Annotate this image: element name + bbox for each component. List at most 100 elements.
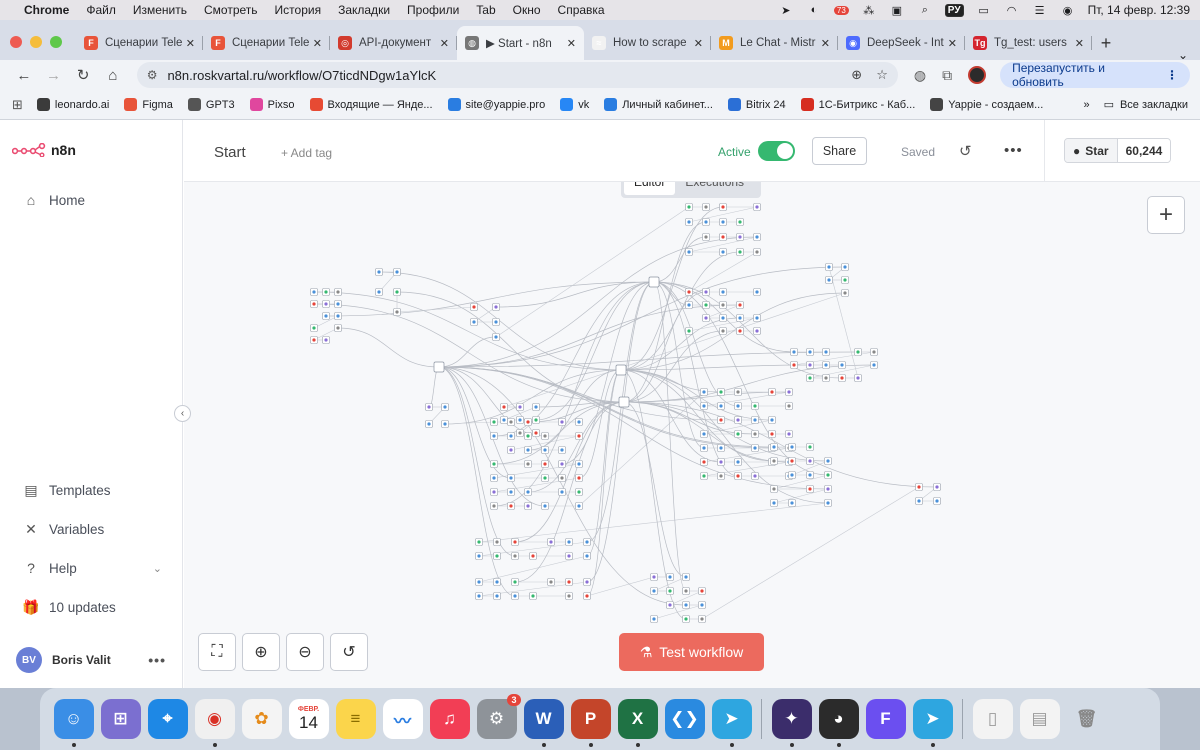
input-language[interactable]: РУ xyxy=(944,3,964,17)
document-icon[interactable]: ▯ xyxy=(972,699,1013,739)
close-window-button[interactable] xyxy=(10,36,22,48)
test-workflow-button[interactable]: ⚗ Test workflow xyxy=(619,633,764,671)
notification-badge[interactable]: 73 xyxy=(833,5,849,15)
chrome-menu-icon[interactable]: ⋮ xyxy=(1166,68,1178,82)
close-icon[interactable]: ✕ xyxy=(313,37,322,50)
launchpad-icon[interactable]: ⊞ xyxy=(100,699,141,739)
menu-view[interactable]: Смотреть xyxy=(204,3,258,17)
vscode-icon[interactable]: ❮❯ xyxy=(664,699,705,739)
close-icon[interactable]: ✕ xyxy=(821,37,830,50)
close-icon[interactable]: ✕ xyxy=(440,37,449,50)
zoom-icon[interactable]: ⊕ xyxy=(851,67,862,83)
music-icon[interactable]: ♫ xyxy=(429,699,470,739)
fit-view-button[interactable]: ⛶ xyxy=(198,633,236,671)
bookmark-item[interactable]: 1С-Битрикс - Каб... xyxy=(800,98,915,111)
menubar-datetime[interactable]: Пт, 14 февр. 12:39 xyxy=(1088,3,1190,17)
screen-icon[interactable]: ▣ xyxy=(889,3,905,17)
workflow-name[interactable]: Start xyxy=(214,144,246,161)
tab-editor[interactable]: Editor xyxy=(624,182,676,195)
reload-icon[interactable]: ↻ xyxy=(69,62,97,88)
tab-executions[interactable]: Executions xyxy=(675,182,754,195)
sidebar-item-updates[interactable]: 🎁 10 updates xyxy=(22,599,162,616)
user-menu[interactable]: BV Boris Valit ••• xyxy=(16,647,166,673)
app-icon[interactable]: ✦ xyxy=(771,699,812,747)
bookmark-item[interactable]: GPT3 xyxy=(187,98,235,111)
safari-icon[interactable]: ⌖ xyxy=(147,699,188,739)
workflow-node[interactable] xyxy=(615,364,627,376)
close-icon[interactable]: ✕ xyxy=(694,37,703,50)
figma-like-icon[interactable]: F xyxy=(865,699,906,739)
menu-file[interactable]: Файл xyxy=(86,3,116,17)
collapse-sidebar-button[interactable]: ‹ xyxy=(174,405,191,422)
activity-icon[interactable]: ⁂ xyxy=(861,3,877,17)
powerpoint-icon[interactable]: P xyxy=(570,699,611,747)
menu-edit[interactable]: Изменить xyxy=(133,3,187,17)
workflow-node[interactable] xyxy=(618,396,630,408)
menu-tab[interactable]: Tab xyxy=(476,3,495,17)
relaunch-update-button[interactable]: Перезапустить и обновить ⋮ xyxy=(1000,61,1190,89)
add-tag-button[interactable]: + Add tag xyxy=(281,146,332,160)
squirrel-icon[interactable]: ◕ xyxy=(818,699,859,747)
notes-icon[interactable]: ≡ xyxy=(335,699,376,739)
reset-zoom-button[interactable]: ↺ xyxy=(330,633,368,671)
tab-6[interactable]: M Le Chat - Mistr ✕ xyxy=(711,26,838,60)
menu-bookmarks[interactable]: Закладки xyxy=(338,3,390,17)
close-icon[interactable]: ✕ xyxy=(567,37,576,50)
document-xls-icon[interactable]: ▤ xyxy=(1019,699,1060,739)
word-icon[interactable]: W xyxy=(523,699,564,747)
all-bookmarks[interactable]: ▭ Все закладки xyxy=(1104,98,1188,112)
more-icon[interactable]: ••• xyxy=(148,652,166,668)
n8n-logo[interactable]: n8n xyxy=(12,142,76,158)
add-node-button[interactable]: + xyxy=(1147,196,1185,234)
bookmark-item[interactable]: Входящие — Янде... xyxy=(309,98,433,111)
tab-1[interactable]: F Сценарии Tele ✕ xyxy=(76,26,203,60)
workflow-node[interactable] xyxy=(433,361,445,373)
calendar-icon[interactable]: ФЕВР. 14 xyxy=(288,699,329,739)
menu-help[interactable]: Справка xyxy=(558,3,605,17)
tab-2[interactable]: F Сценарии Tele ✕ xyxy=(203,26,330,60)
vpn-icon[interactable]: ◐ xyxy=(806,3,822,17)
maximize-window-button[interactable] xyxy=(50,36,62,48)
bookmark-item[interactable]: Личный кабинет... xyxy=(604,98,713,111)
forward-icon[interactable]: → xyxy=(40,62,68,88)
tab-5[interactable]: ≈ How to scrape ✕ xyxy=(584,26,711,60)
bookmark-item[interactable]: leonardo.ai xyxy=(36,98,109,111)
sidebar-item-help[interactable]: ? Help ⌄ xyxy=(22,560,162,576)
tab-3[interactable]: ◎ API-документ ✕ xyxy=(330,26,457,60)
finder-icon[interactable]: ☺ xyxy=(53,699,94,747)
close-icon[interactable]: ✕ xyxy=(1075,37,1084,50)
workflow-graph[interactable] xyxy=(184,182,1200,688)
workflow-menu-icon[interactable]: ••• xyxy=(1004,142,1023,159)
bookmark-star-icon[interactable]: ☆ xyxy=(876,67,888,83)
excel-icon[interactable]: X xyxy=(617,699,658,747)
navigation-icon[interactable]: ➤ xyxy=(778,3,794,17)
translate-icon[interactable]: ◍ xyxy=(914,67,926,84)
bookmark-item[interactable]: Yappie - создаем... xyxy=(930,98,1043,111)
active-toggle[interactable] xyxy=(758,141,795,161)
menu-history[interactable]: История xyxy=(275,3,322,17)
control-center-icon[interactable]: ☰ xyxy=(1032,3,1048,17)
extensions-icon[interactable]: ⧉ xyxy=(942,67,952,84)
bookmark-item[interactable]: site@yappie.pro xyxy=(447,98,545,111)
telegram-icon[interactable]: ➤ xyxy=(711,699,752,747)
freeform-icon[interactable]: 〰 xyxy=(382,699,423,739)
sidebar-item-variables[interactable]: ✕ Variables xyxy=(22,521,162,538)
address-bar[interactable]: ⚙ n8n.roskvartal.ru/workflow/O7ticdNDgw1… xyxy=(136,62,898,88)
telegram-recent-icon[interactable]: ➤ xyxy=(912,699,953,747)
history-icon[interactable]: ↺ xyxy=(959,142,972,160)
bookmark-item[interactable]: vk xyxy=(560,98,589,111)
photos-icon[interactable]: ✿ xyxy=(241,699,282,739)
trash-icon[interactable]: 🗑 xyxy=(1067,699,1107,739)
settings-icon[interactable]: ⚙ 3 xyxy=(476,694,521,739)
close-icon[interactable]: ✕ xyxy=(186,37,195,50)
workflow-canvas[interactable]: Editor Executions + ⛶ ⊕ ⊖ ↺ ⚗ Test workf… xyxy=(184,182,1200,688)
sidebar-item-templates[interactable]: ▤ Templates xyxy=(22,482,162,499)
back-icon[interactable]: ← xyxy=(10,62,38,88)
zoom-out-button[interactable]: ⊖ xyxy=(286,633,324,671)
search-icon[interactable]: ⌕ xyxy=(917,3,933,17)
tab-4[interactable]: ◍ ▶ Start - n8n ✕ xyxy=(457,26,584,60)
url-text[interactable]: n8n.roskvartal.ru/workflow/O7ticdNDgw1aY… xyxy=(167,68,851,83)
bookmark-item[interactable]: Bitrix 24 xyxy=(727,98,786,111)
bookmarks-overflow-icon[interactable]: » xyxy=(1083,99,1089,111)
siri-icon[interactable]: ◉ xyxy=(1060,3,1076,17)
